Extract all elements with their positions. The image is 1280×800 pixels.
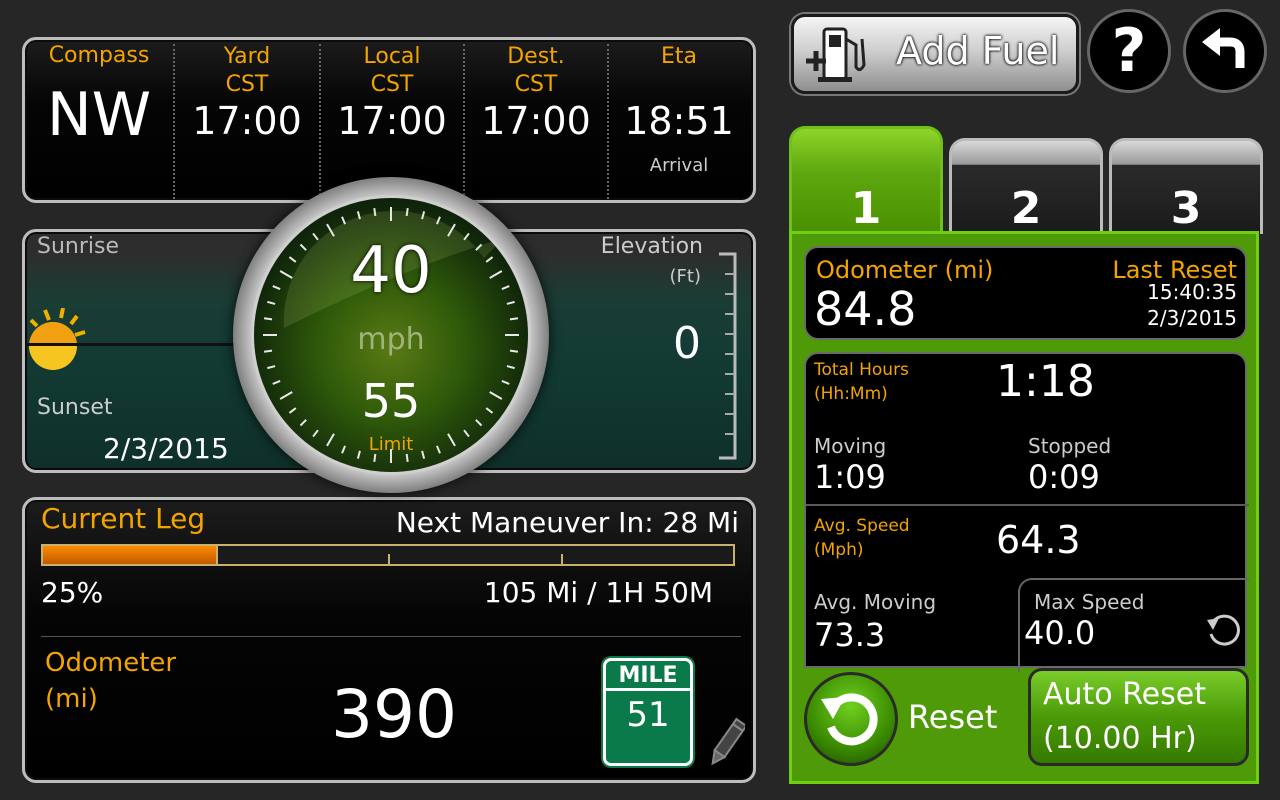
add-fuel-label: Add Fuel — [896, 29, 1060, 73]
elevation-label: Elevation — [600, 234, 703, 259]
help-icon: ? — [1111, 16, 1147, 86]
speed-limit: 55 — [361, 374, 421, 428]
reset-icon — [804, 672, 898, 766]
help-button[interactable]: ? — [1087, 9, 1171, 93]
gauge-tick — [506, 365, 515, 370]
dest-tz: CST — [514, 72, 558, 97]
compass-value: NW — [46, 80, 152, 150]
gauge-tick — [267, 365, 276, 370]
stopped-value: 0:09 — [1028, 458, 1100, 496]
back-arrow-icon — [1202, 28, 1245, 68]
leg-odometer-value: 390 — [331, 676, 457, 753]
stopped-label: Stopped — [1028, 434, 1112, 458]
max-speed-box[interactable]: Max Speed 40.0 — [1018, 578, 1249, 672]
dest-time: 17:00 — [481, 99, 591, 143]
last-reset-date: 2/3/2015 — [1147, 306, 1237, 330]
add-fuel-button[interactable]: Add Fuel — [791, 14, 1079, 94]
total-hours-label: Total Hours — [814, 360, 909, 380]
moving-value: 1:09 — [814, 458, 886, 496]
avg-moving-label: Avg. Moving — [814, 590, 937, 614]
gauge-tick — [373, 453, 377, 463]
leg-progress-bar — [41, 544, 735, 566]
leg-progress-percent: 25% — [41, 576, 104, 609]
tab-1[interactable]: 1 — [789, 126, 943, 234]
sun-date: 2/3/2015 — [103, 432, 229, 465]
local-label: Local — [363, 44, 421, 69]
leg-odometer-label: Odometer — [45, 648, 177, 678]
current-leg-panel: Current Leg Next Maneuver In: 28 Mi 25% … — [22, 497, 756, 783]
reset-label: Reset — [908, 698, 998, 736]
yard-time-cell: Yard CST 17:00 — [175, 40, 319, 200]
max-speed-value: 40.0 — [1024, 614, 1096, 652]
tab-2-label: 2 — [1010, 183, 1042, 234]
speed-unit: mph — [357, 322, 425, 357]
current-speed: 40 — [350, 234, 432, 308]
eta-arrival-label: Arrival — [649, 155, 709, 176]
trip-panel: Odometer (mi) 84.8 Last Reset 15:40:35 2… — [789, 231, 1259, 784]
dest-time-cell: Dest. CST 17:00 — [465, 40, 607, 200]
trip-odometer-value: 84.8 — [814, 282, 917, 336]
current-leg-title: Current Leg — [41, 502, 206, 535]
sunset-label: Sunset — [37, 395, 113, 420]
total-hours-unit: (Hh:Mm) — [814, 384, 888, 404]
auto-reset-interval: (10.00 Hr) — [1043, 721, 1197, 756]
leg-remaining: 105 Mi / 1H 50M — [483, 576, 713, 609]
last-reset-time: 15:40:35 — [1147, 280, 1237, 304]
fuel-pump-icon — [804, 25, 870, 83]
reset-button[interactable]: Reset — [804, 672, 1004, 768]
trip-stats-box: Total Hours (Hh:Mm) 1:18 Moving 1:09 Sto… — [804, 352, 1249, 672]
elevation-unit: (Ft) — [669, 266, 701, 287]
local-time: 17:00 — [337, 99, 447, 143]
avg-moving-value: 73.3 — [814, 616, 886, 654]
avg-speed-unit: (Mph) — [814, 540, 864, 560]
elevation-value: 0 — [673, 318, 701, 369]
leg-progress-fill — [43, 546, 216, 564]
max-speed-reset-icon[interactable] — [1203, 610, 1243, 650]
tab-3[interactable]: 3 — [1109, 138, 1263, 234]
trip-odometer-box: Odometer (mi) 84.8 Last Reset 15:40:35 2… — [804, 246, 1247, 340]
yard-label: Yard — [223, 44, 271, 69]
tab-2[interactable]: 2 — [949, 138, 1103, 234]
leg-odometer-unit: (mi) — [45, 684, 98, 714]
trip-odometer-label: Odometer (mi) — [816, 256, 994, 284]
speed-limit-label: Limit — [368, 434, 414, 455]
edit-pencil-icon[interactable] — [709, 714, 748, 772]
local-tz: CST — [370, 72, 414, 97]
local-time-cell: Local CST 17:00 — [321, 40, 463, 200]
tab-3-label: 3 — [1170, 183, 1202, 234]
gauge-tick — [263, 317, 273, 321]
total-hours-value: 1:18 — [996, 356, 1095, 407]
mile-marker-sign[interactable]: MILE 51 — [603, 658, 693, 766]
eta-time: 18:51 — [624, 99, 734, 143]
compass-label: Compass — [48, 43, 150, 68]
mile-marker-label: MILE — [606, 661, 690, 691]
next-maneuver: Next Maneuver In: 28 Mi — [395, 506, 739, 539]
back-button[interactable] — [1183, 9, 1267, 93]
auto-reset-label: Auto Reset — [1043, 677, 1206, 712]
eta-label: Eta — [660, 44, 697, 69]
compass-cell: Compass NW — [25, 40, 173, 200]
speedometer-gauge: 40 mph 55 Limit — [233, 177, 549, 493]
gauge-tick — [405, 453, 409, 463]
dest-label: Dest. — [507, 44, 565, 69]
avg-speed-label: Avg. Speed — [814, 516, 910, 536]
sunrise-label: Sunrise — [37, 234, 120, 259]
elevation-scale — [715, 252, 739, 460]
auto-reset-button[interactable]: Auto Reset (10.00 Hr) — [1028, 668, 1249, 766]
eta-cell: Eta 18:51 Arrival — [609, 40, 749, 200]
yard-time: 17:00 — [192, 99, 302, 143]
gauge-tick — [509, 317, 519, 321]
yard-tz: CST — [225, 72, 269, 97]
mile-marker-value: 51 — [626, 695, 670, 735]
moving-label: Moving — [814, 434, 887, 458]
avg-speed-value: 64.3 — [996, 518, 1081, 562]
max-speed-label: Max Speed — [1034, 590, 1145, 614]
tab-1-label: 1 — [850, 183, 882, 234]
sun-icon — [25, 307, 87, 370]
